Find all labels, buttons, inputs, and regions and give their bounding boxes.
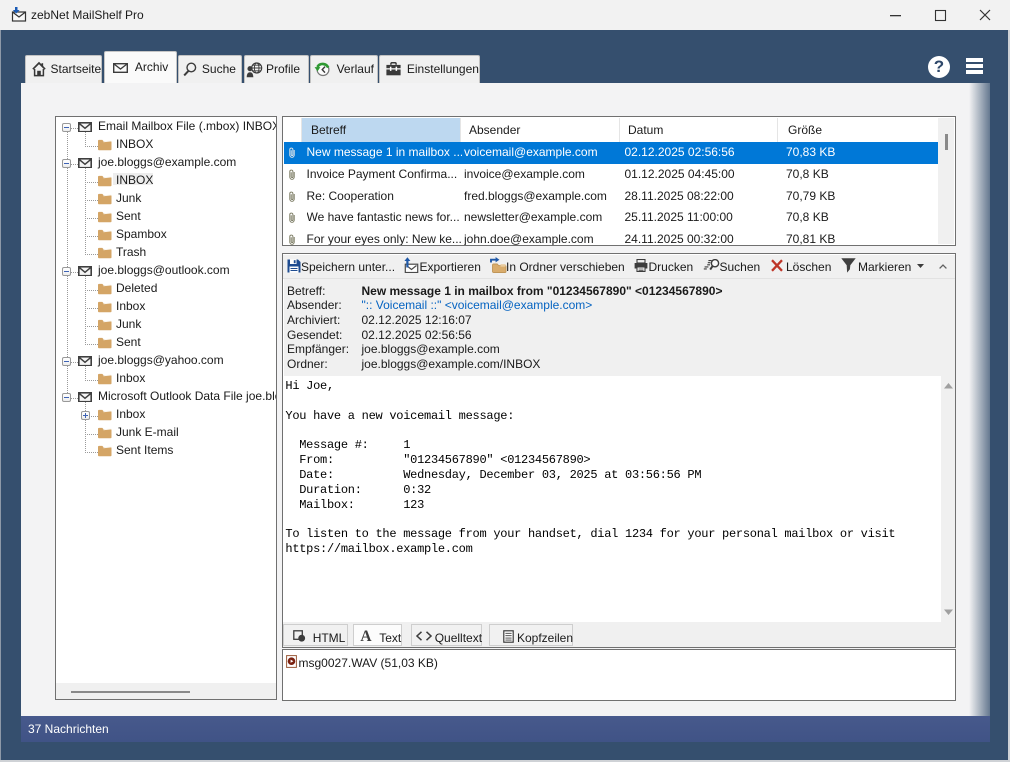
svg-text:A: A bbox=[360, 629, 372, 643]
